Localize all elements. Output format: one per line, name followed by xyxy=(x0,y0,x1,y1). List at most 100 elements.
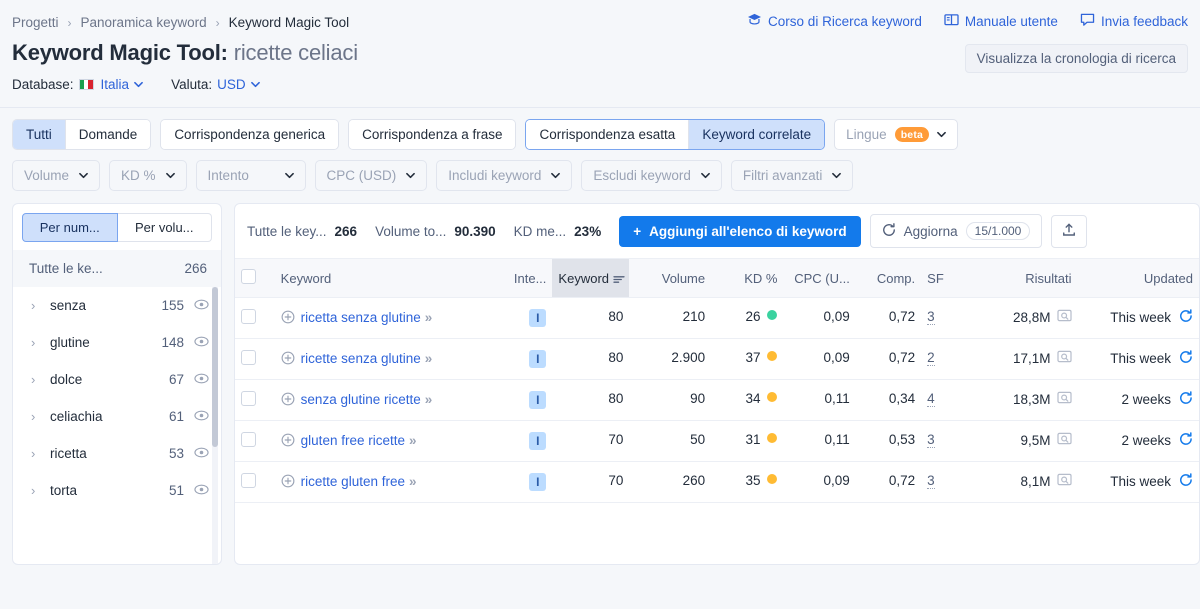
select-all-checkbox[interactable] xyxy=(241,269,256,284)
row-refresh-icon[interactable] xyxy=(1179,391,1193,408)
row-checkbox[interactable] xyxy=(241,350,256,365)
column-header-cpc[interactable]: CPC (U... xyxy=(783,259,856,298)
sidebar-toggle-per-volume[interactable]: Per volu... xyxy=(117,213,212,242)
currency-value[interactable]: USD xyxy=(217,77,246,92)
tab-keyword-correlate[interactable]: Keyword correlate xyxy=(689,120,825,149)
sf-value[interactable]: 3 xyxy=(927,473,935,489)
database-value[interactable]: Italia xyxy=(101,77,130,92)
table-row[interactable]: gluten free ricette» I 70 50 31 0,11 0,53 3 9,5M… xyxy=(235,420,1199,462)
link-manuale-utente[interactable]: Manuale utente xyxy=(944,13,1058,29)
serp-preview-icon[interactable] xyxy=(1056,432,1072,448)
sidebar-item-all-keywords[interactable]: Tutte le ke... 266 xyxy=(13,250,221,287)
sidebar-scrollbar-thumb[interactable] xyxy=(212,287,218,447)
eye-icon[interactable] xyxy=(194,446,209,461)
column-header-keyword-group[interactable]: Keyword xyxy=(552,259,630,298)
row-checkbox[interactable] xyxy=(241,391,256,406)
eye-icon[interactable] xyxy=(194,409,209,424)
chevron-right-icon[interactable]: › xyxy=(31,446,40,461)
row-refresh-icon[interactable] xyxy=(1179,432,1193,449)
add-keyword-icon[interactable] xyxy=(281,474,295,491)
search-history-button[interactable]: Visualizza la cronologia di ricerca xyxy=(964,44,1188,73)
serp-preview-icon[interactable] xyxy=(1056,391,1072,407)
row-checkbox[interactable] xyxy=(241,309,256,324)
row-refresh-icon[interactable] xyxy=(1179,473,1193,490)
breadcrumb-item-panoramica[interactable]: Panoramica keyword xyxy=(81,15,207,30)
refresh-button[interactable]: Aggiorna 15/1.000 xyxy=(869,214,1043,248)
tab-tutti[interactable]: Tutti xyxy=(13,120,66,149)
sidebar-item-ricetta[interactable]: › ricetta 53 xyxy=(13,435,221,472)
column-header-keyword[interactable]: Keyword xyxy=(274,259,488,298)
chevron-right-icon[interactable]: › xyxy=(31,372,40,387)
column-header-volume[interactable]: Volume xyxy=(629,259,712,298)
chevron-right-icon[interactable]: › xyxy=(31,298,40,313)
sidebar-item-torta[interactable]: › torta 51 xyxy=(13,472,221,509)
double-chevron-right-icon[interactable]: » xyxy=(409,474,417,489)
serp-preview-icon[interactable] xyxy=(1056,473,1072,489)
keyword-link[interactable]: ricette senza glutine» xyxy=(301,350,433,368)
column-header-competition[interactable]: Comp. xyxy=(855,259,922,298)
tab-corrispondenza-a-frase[interactable]: Corrispondenza a frase xyxy=(349,120,516,149)
eye-icon[interactable] xyxy=(194,372,209,387)
double-chevron-right-icon[interactable]: » xyxy=(425,351,433,366)
table-row[interactable]: ricetta senza glutine» I 80 210 26 0,09 0,72 3 2… xyxy=(235,297,1199,339)
export-button[interactable] xyxy=(1051,214,1088,248)
link-corso-ricerca-keyword[interactable]: Corso di Ricerca keyword xyxy=(747,13,922,29)
add-keyword-icon[interactable] xyxy=(281,351,295,368)
double-chevron-right-icon[interactable]: » xyxy=(425,310,433,325)
column-header-sf[interactable]: SF xyxy=(921,259,966,298)
eye-icon[interactable] xyxy=(194,483,209,498)
filter-volume[interactable]: Volume xyxy=(12,160,101,191)
sidebar-item-celiachia[interactable]: › celiachia 61 xyxy=(13,398,221,435)
double-chevron-right-icon[interactable]: » xyxy=(409,433,417,448)
sf-value[interactable]: 4 xyxy=(927,391,935,407)
intent-badge[interactable]: I xyxy=(529,432,547,450)
row-checkbox[interactable] xyxy=(241,432,256,447)
filter-includi-keyword[interactable]: Includi keyword xyxy=(436,160,573,191)
add-to-keyword-list-button[interactable]: + Aggiungi all'elenco di keyword xyxy=(619,215,861,247)
chevron-right-icon[interactable]: › xyxy=(31,483,40,498)
intent-badge[interactable]: I xyxy=(529,350,547,368)
row-refresh-icon[interactable] xyxy=(1179,350,1193,367)
column-header-updated[interactable]: Updated xyxy=(1077,259,1199,298)
serp-preview-icon[interactable] xyxy=(1056,350,1072,366)
column-header-intent[interactable]: Inte... xyxy=(487,259,553,298)
eye-icon[interactable] xyxy=(194,335,209,350)
add-keyword-icon[interactable] xyxy=(281,392,295,409)
double-chevron-right-icon[interactable]: » xyxy=(425,392,433,407)
column-header-kd[interactable]: KD % xyxy=(711,259,784,298)
database-selector[interactable]: Database: Italia xyxy=(12,77,143,92)
sidebar-item-glutine[interactable]: › glutine 148 xyxy=(13,324,221,361)
filter-cpc[interactable]: CPC (USD) xyxy=(314,160,428,191)
column-header-results[interactable]: Risultati xyxy=(965,259,1078,298)
table-row[interactable]: ricette gluten free» I 70 260 35 0,09 0,72 3 8,1… xyxy=(235,461,1199,503)
row-checkbox[interactable] xyxy=(241,473,256,488)
sf-value[interactable]: 3 xyxy=(927,432,935,448)
sidebar-toggle-per-numero[interactable]: Per num... xyxy=(22,213,118,242)
link-invia-feedback[interactable]: Invia feedback xyxy=(1080,13,1188,29)
sort-icon[interactable] xyxy=(613,271,625,286)
keyword-link[interactable]: senza glutine ricette» xyxy=(301,391,433,409)
chevron-right-icon[interactable]: › xyxy=(31,409,40,424)
row-refresh-icon[interactable] xyxy=(1179,309,1193,326)
breadcrumb-item-progetti[interactable]: Progetti xyxy=(12,15,59,30)
filter-kd[interactable]: KD % xyxy=(109,160,187,191)
filter-escludi-keyword[interactable]: Escludi keyword xyxy=(581,160,722,191)
intent-badge[interactable]: I xyxy=(529,473,547,491)
table-row[interactable]: ricette senza glutine» I 80 2.900 37 0,09 0,72… xyxy=(235,338,1199,380)
chevron-right-icon[interactable]: › xyxy=(31,335,40,350)
serp-preview-icon[interactable] xyxy=(1056,309,1072,325)
intent-badge[interactable]: I xyxy=(529,309,547,327)
eye-icon[interactable] xyxy=(194,298,209,313)
currency-selector[interactable]: Valuta: USD xyxy=(171,77,260,92)
keyword-link[interactable]: gluten free ricette» xyxy=(301,432,417,450)
add-keyword-icon[interactable] xyxy=(281,310,295,327)
lingue-dropdown[interactable]: Lingue beta xyxy=(834,119,959,150)
sidebar-item-senza[interactable]: › senza 155 xyxy=(13,287,221,324)
keyword-link[interactable]: ricetta senza glutine» xyxy=(301,309,433,327)
keyword-link[interactable]: ricette gluten free» xyxy=(301,473,417,491)
table-row[interactable]: senza glutine ricette» I 80 90 34 0,11 0,34 4 18… xyxy=(235,379,1199,421)
tab-domande[interactable]: Domande xyxy=(65,120,151,149)
tab-corrispondenza-generica[interactable]: Corrispondenza generica xyxy=(161,120,339,149)
sf-value[interactable]: 2 xyxy=(927,350,935,366)
add-keyword-icon[interactable] xyxy=(281,433,295,450)
